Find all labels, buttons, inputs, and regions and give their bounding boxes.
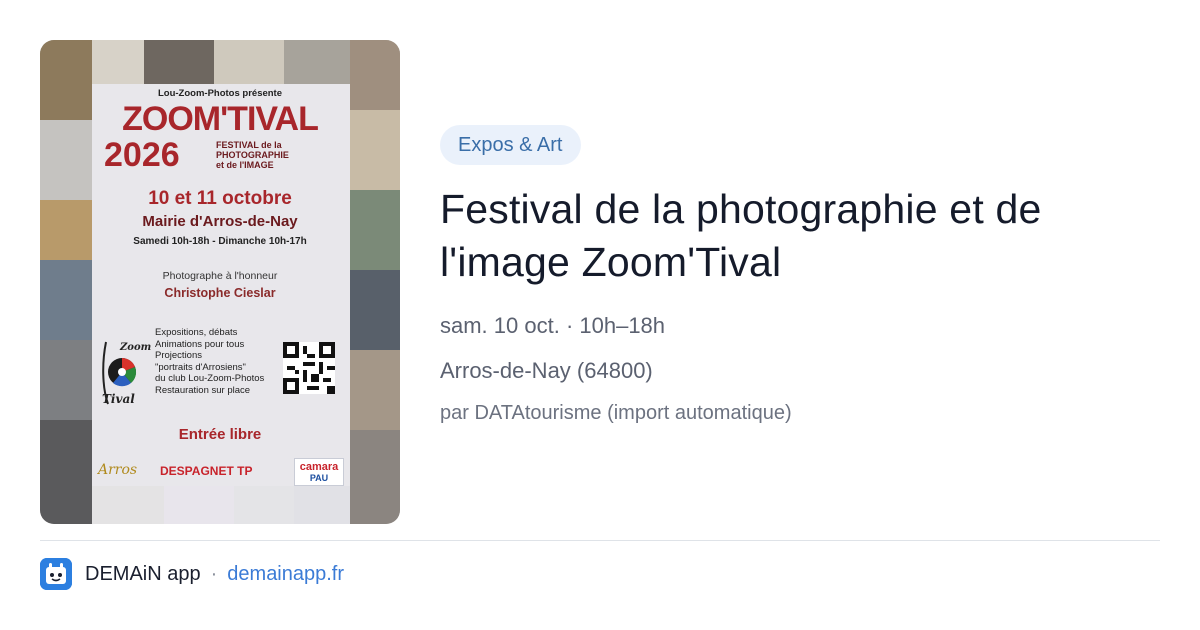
poster-honor-label: Photographe à l'honneur	[162, 270, 278, 282]
event-source: par DATAtourisme (import automatique)	[440, 402, 792, 424]
qr-code-icon	[283, 342, 335, 394]
event-title[interactable]: Festival de la photographie et de l'imag…	[440, 183, 1160, 289]
logo-text-top: Zoom	[120, 342, 152, 353]
logo-text-bottom: Tival	[102, 392, 135, 406]
poster-hours: Samedi 10h-18h - Dimanche 10h-17h	[133, 236, 307, 247]
footer-divider	[40, 540, 1160, 541]
sponsor-arros-logo: Arros	[98, 462, 138, 478]
sponsor-despagnet-logo: DESPAGNET TP	[160, 464, 253, 478]
app-name: DEMAiN app	[85, 562, 201, 585]
poster-subtitle-line: et de l'IMAGE	[216, 160, 274, 170]
poster-program-list: Expositions, débats Animations pour tous…	[155, 327, 265, 396]
poster-subtitle-line: PHOTOGRAPHIE	[216, 150, 289, 160]
sponsor-camara-name: camara	[299, 461, 339, 473]
zoomtival-logo: Zoom Tival	[100, 332, 152, 412]
category-chip[interactable]: Expos & Art	[440, 125, 581, 165]
poster-title: ZOOM'TIVAL	[122, 100, 319, 138]
poster-dates: 10 et 11 octobre	[148, 188, 292, 209]
poster-subtitle: FESTIVAL de la PHOTOGRAPHIE et de l'IMAG…	[216, 140, 289, 170]
poster-sponsors: Arros DESPAGNET TP camara PAU	[98, 458, 348, 488]
app-website-link[interactable]: demainapp.fr	[227, 563, 344, 586]
sponsor-camara-logo: camara PAU	[294, 458, 344, 486]
poster-presents: Lou-Zoom-Photos présente	[157, 88, 283, 99]
demain-app-icon	[40, 558, 72, 590]
footer-separator: ·	[210, 562, 218, 585]
footer-branding: DEMAiN app · demainapp.fr	[40, 558, 344, 590]
poster-year: 2026	[104, 136, 180, 174]
poster-place: Mairie d'Arros-de-Nay	[142, 213, 298, 230]
poster-entry: Entrée libre	[178, 426, 262, 443]
event-poster-image[interactable]: Lou-Zoom-Photos présente ZOOM'TIVAL 2026…	[40, 40, 400, 524]
event-date-time: sam. 10 oct. · 10h–18h	[440, 313, 666, 338]
poster-honor-name: Christophe Cieslar	[164, 286, 276, 300]
event-location: Arros-de-Nay (64800)	[440, 358, 653, 383]
poster-subtitle-line: FESTIVAL de la	[216, 140, 282, 150]
sponsor-camara-city: PAU	[309, 473, 329, 483]
